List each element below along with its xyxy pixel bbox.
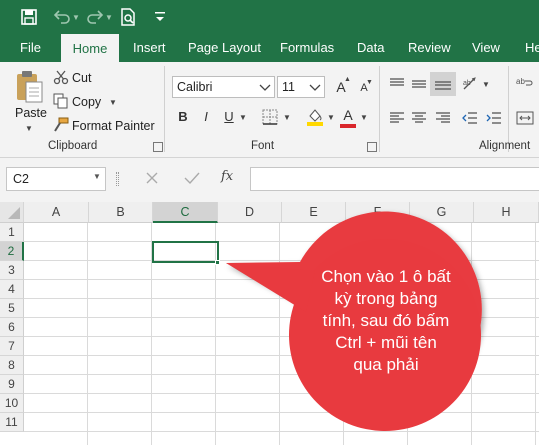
callout-bubble: [226, 211, 482, 431]
callout-text: Chọn vào 1 ô bất kỳ trong bảng tính, sau…: [321, 267, 451, 374]
